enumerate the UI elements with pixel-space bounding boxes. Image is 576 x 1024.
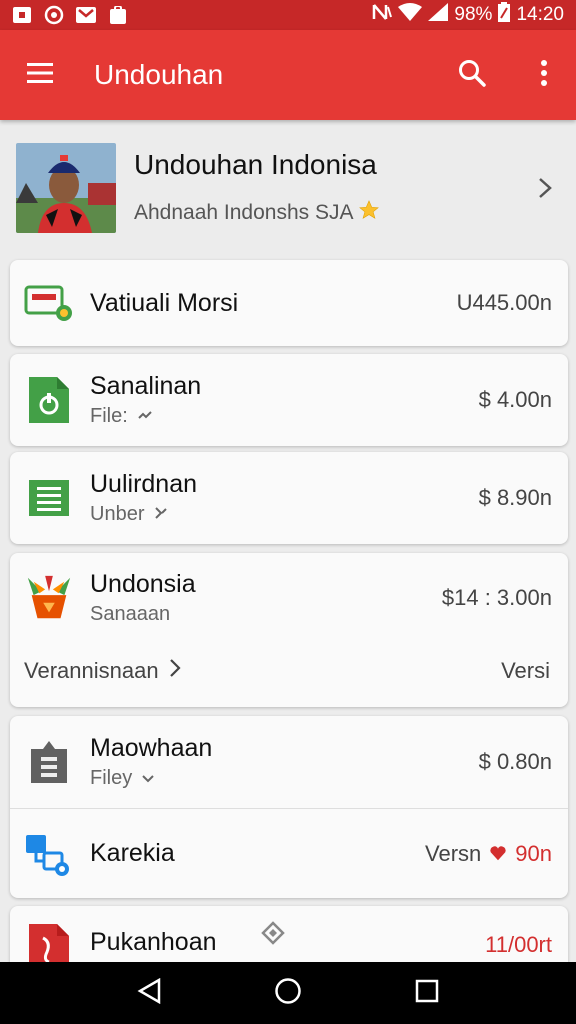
chevron-down-icon [142, 767, 154, 790]
status-bar: 98% 14:20 [0, 0, 576, 30]
item-value: U445.00n [456, 290, 552, 315]
list-card: Sanalinan File: $ 4.00n [10, 354, 568, 446]
home-button[interactable] [266, 971, 310, 1015]
item-title: Vatiuali Morsi [90, 288, 239, 317]
footer-link[interactable]: Verannisnaan [24, 658, 181, 684]
item-value: $ 0.80n [478, 749, 552, 774]
item-subtitle: File: [90, 405, 128, 427]
item-value: $14 : 3.00n [441, 585, 552, 610]
item-title: Maowhaan [90, 734, 213, 762]
recents-button[interactable] [405, 971, 449, 1015]
notification-app-icon [12, 5, 32, 25]
heart-icon [489, 841, 507, 867]
item-subtitle: Sanaaan [90, 603, 171, 625]
item-title: Pukanhoan [90, 928, 217, 956]
item-value: 90n [515, 840, 552, 866]
item-subtitle: Filey [90, 767, 133, 789]
item-title: Uulirdnan [90, 470, 198, 498]
item-title: Karekia [90, 839, 175, 867]
star-icon [358, 199, 380, 227]
diamond-icon [260, 921, 285, 950]
bag-notification-icon [108, 5, 128, 25]
list-item[interactable]: Undonsia Sanaaan $14 : 3.00n [10, 553, 568, 643]
list-card: Undonsia Sanaaan $14 : 3.00n Verannisnaa… [10, 553, 568, 707]
search-button[interactable] [450, 53, 494, 97]
item-value: $ 4.00n [478, 387, 552, 412]
item-title: Undonsia [90, 570, 196, 598]
item-value-prefix: Versn [425, 840, 482, 866]
wifi-icon [398, 3, 423, 27]
footer-link-label: Verannisnaan [24, 658, 159, 683]
list-card: Uulirdnan Unber $ 8.90n [10, 452, 568, 544]
profile-avatar [16, 143, 116, 233]
list-card: Maowhaan Filey $ 0.80n Karekia Versn 90n [10, 716, 568, 898]
profile-name: Undouhan Indonisa [134, 149, 377, 180]
item-value: 11/00rt [485, 932, 552, 957]
recents-square-icon [415, 979, 439, 1008]
chevron-right-icon [169, 658, 181, 684]
network-icon [24, 829, 74, 879]
clock-time: 14:20 [516, 4, 564, 25]
navigation-bar [0, 962, 576, 1024]
list-item[interactable]: Sanalinan File: $ 4.00n [10, 354, 568, 446]
signal-icon [428, 3, 449, 27]
footer-right-label[interactable]: Versi [501, 658, 550, 684]
profile-header[interactable]: Undouhan Indonisa Ahdnaah Indonshs SJA [0, 132, 576, 244]
hamburger-menu-icon [27, 62, 53, 88]
nfc-icon [372, 3, 393, 27]
money-transfer-icon [24, 278, 74, 328]
document-icon [24, 375, 74, 425]
gmail-notification-icon [76, 5, 96, 25]
back-button[interactable] [127, 971, 171, 1015]
item-value: $ 8.90n [478, 485, 552, 510]
list-item[interactable]: Uulirdnan Unber $ 8.90n [10, 452, 568, 544]
search-icon [458, 59, 486, 92]
profile-subtitle: Ahdnaah Indonshs SJA [134, 201, 354, 224]
spreadsheet-icon [24, 473, 74, 523]
sync-icon [138, 405, 152, 428]
battery-icon [498, 2, 511, 28]
chevron-right-icon [530, 173, 560, 203]
back-triangle-icon [137, 977, 161, 1009]
battery-percent: 98% [454, 4, 493, 25]
list-item[interactable]: Vatiuali Morsi U445.00n [10, 260, 568, 346]
menu-button[interactable] [20, 55, 60, 95]
list-item[interactable]: Maowhaan Filey $ 0.80n [10, 716, 568, 808]
more-options-button[interactable] [522, 53, 566, 97]
app-bar: Undouhan [0, 30, 576, 120]
sync-icon [154, 503, 168, 526]
item-title: Sanalinan [90, 372, 202, 400]
item-subtitle: Unber [90, 503, 145, 525]
more-vert-icon [540, 59, 548, 92]
app-title: Undouhan [94, 59, 224, 90]
list-card: Vatiuali Morsi U445.00n [10, 260, 568, 346]
list-item[interactable]: Karekia Versn 90n [10, 809, 568, 898]
basket-icon [24, 573, 74, 623]
whatsapp-notification-icon [44, 5, 64, 25]
card-footer: Verannisnaan Versi [10, 643, 568, 699]
id-badge-icon [24, 737, 74, 787]
home-circle-icon [274, 977, 302, 1010]
